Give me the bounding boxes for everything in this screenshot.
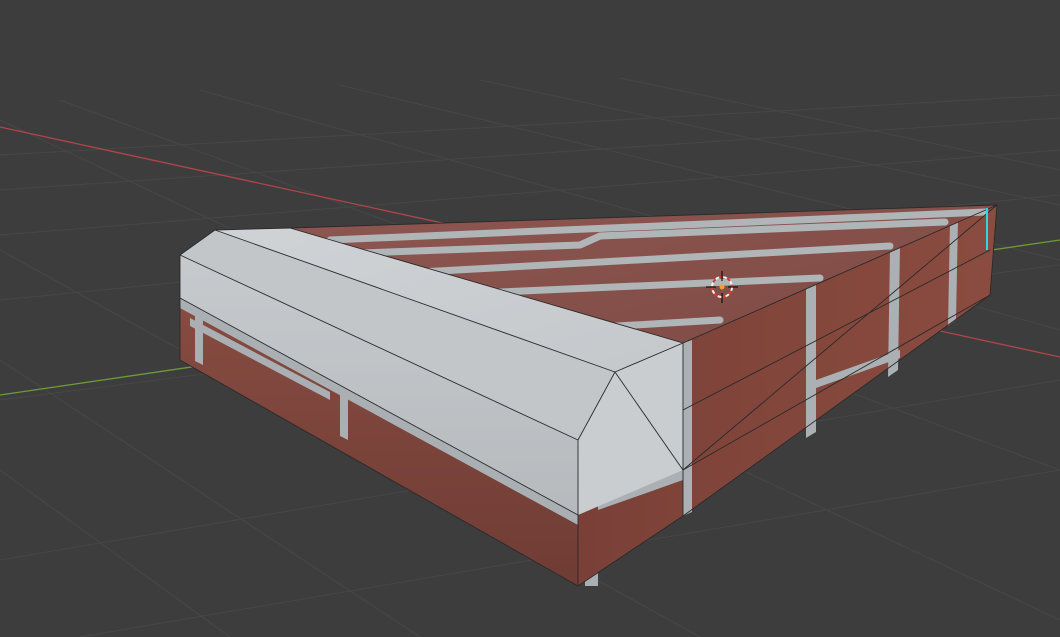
3d-viewport[interactable] bbox=[0, 0, 1060, 637]
viewport-scene[interactable] bbox=[0, 0, 1060, 637]
wall-cap-mesh[interactable] bbox=[179, 204, 998, 587]
origin-dot bbox=[719, 284, 725, 290]
